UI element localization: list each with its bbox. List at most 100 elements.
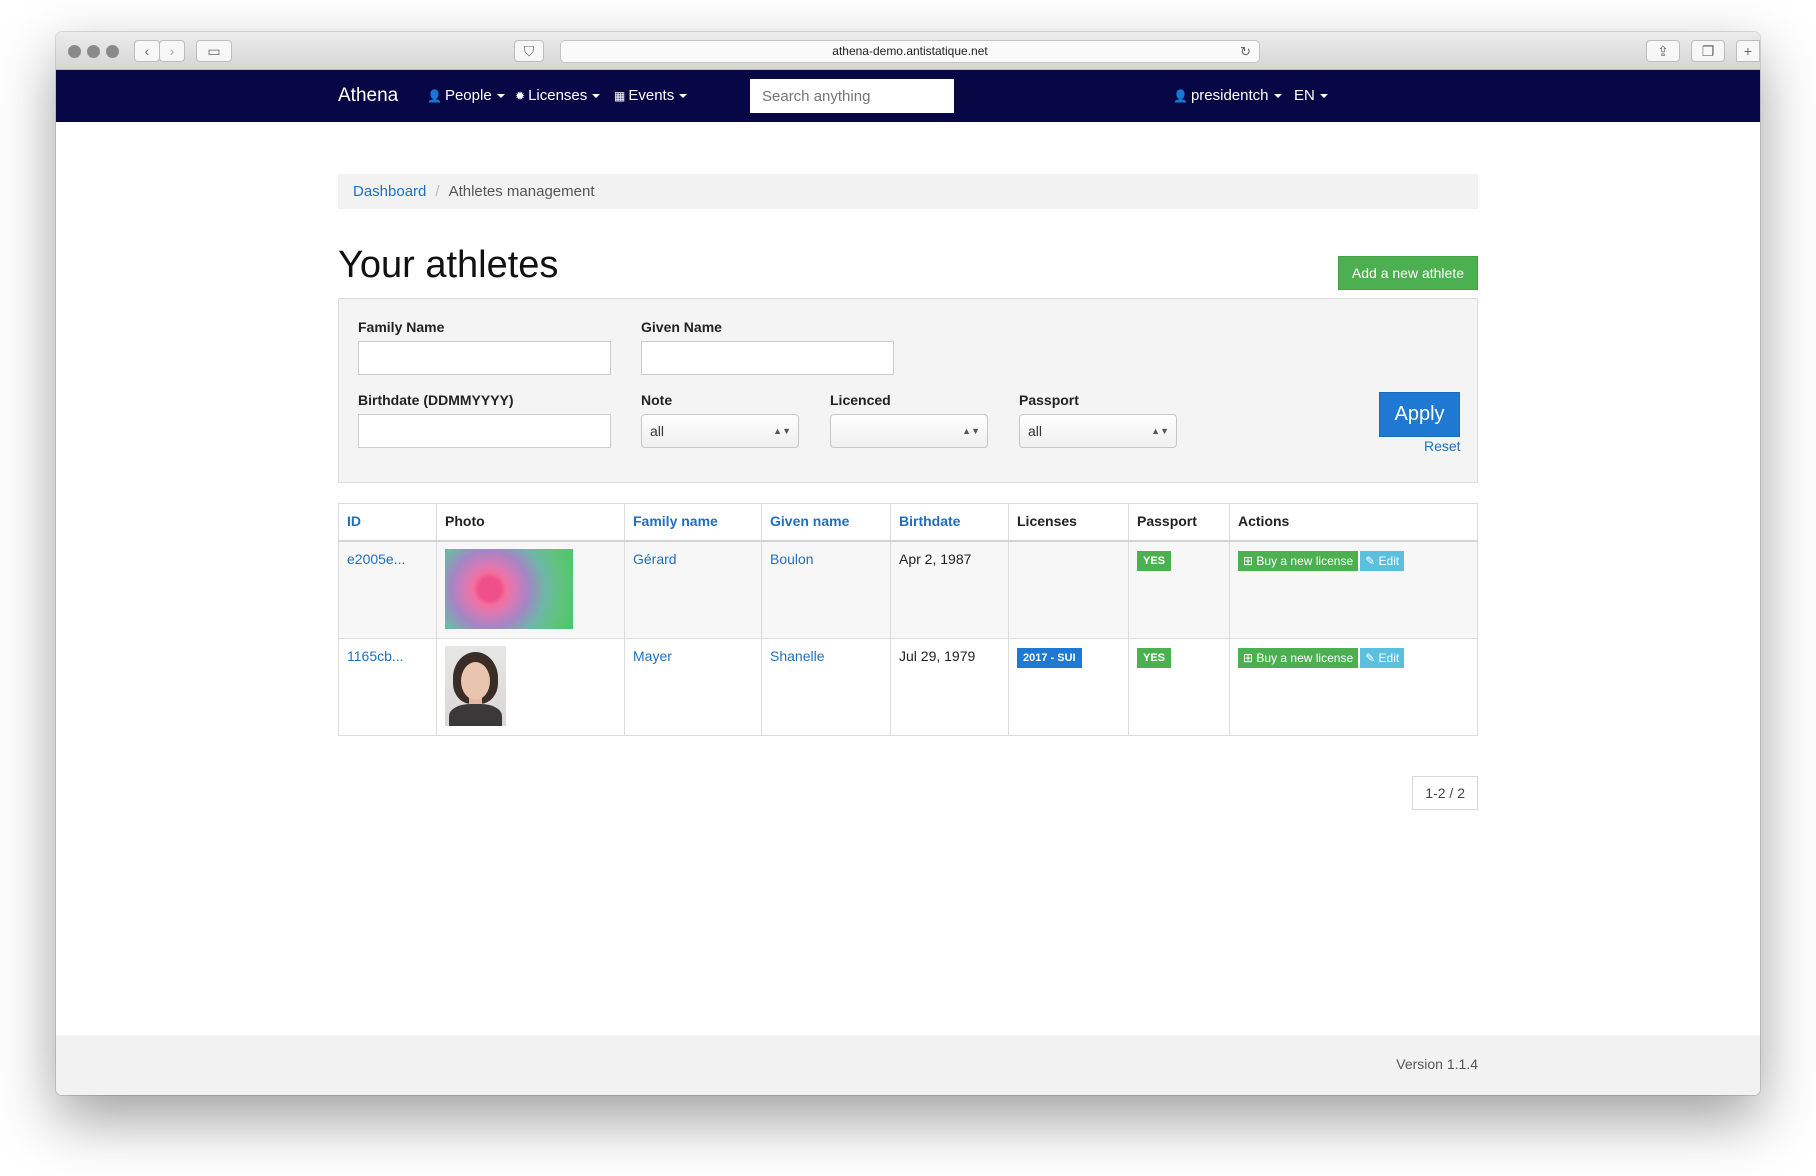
page-title: Your athletes [338,244,559,286]
licenced-label: Licenced [830,392,891,408]
chevron-down-icon [592,94,601,99]
given-name-label: Given Name [641,319,722,335]
search-input[interactable] [750,79,954,113]
share-icon[interactable]: ⇪ [1646,40,1680,62]
family-name-cell: Gérard [624,540,762,639]
apply-button[interactable]: Apply [1379,392,1460,437]
chevron-down-icon [496,94,505,99]
reload-icon[interactable]: ↻ [1240,41,1251,62]
column-header-given-name[interactable]: Given name [761,503,891,542]
brand-link[interactable]: Athena [338,70,398,122]
certificate-icon: ✹ [515,89,526,103]
birthdate-field[interactable] [358,414,611,448]
select-arrows-icon: ▲▼ [1151,426,1169,436]
nav-people-dropdown[interactable]: 👤 People [427,70,505,122]
chevron-down-icon [1273,94,1282,99]
given-name-link[interactable]: Boulon [770,551,814,567]
user-icon: 👤 [1173,89,1188,103]
column-header-birthdate[interactable]: Birthdate [890,503,1009,542]
licenses-cell: 2017 - SUI [1008,637,1129,736]
user-menu-dropdown[interactable]: 👤 presidentch [1173,70,1282,122]
given-name-field[interactable] [641,341,894,375]
page-footer: Version 1.1.4 [56,1035,1760,1095]
add-athlete-button[interactable]: Add a new athlete [1337,256,1478,290]
buy-license-button[interactable]: ⊞ Buy a new license [1238,550,1359,571]
sidebar-toggle-icon[interactable]: ▭ [196,40,232,62]
nav-licenses-label: Licenses [528,87,588,104]
column-header-photo: Photo [436,503,625,542]
athlete-id-link[interactable]: 1165cb... [347,648,404,664]
athlete-photo [445,548,573,629]
calendar-icon: ▦ [614,89,626,103]
app-navbar: Athena 👤People ✹Licenses ▦Events 👤presid… [56,70,1760,122]
tabs-overview-icon[interactable]: ❐ [1691,40,1725,62]
family-name-field[interactable] [358,341,611,375]
passport-select[interactable]: all ▲▼ [1019,414,1177,448]
breadcrumb-separator: / [435,183,440,200]
reset-link[interactable]: Reset [1424,438,1461,454]
pagination-info: 1-2 / 2 [1412,776,1478,810]
passport-badge: YES [1137,647,1172,668]
family-name-cell: Mayer [624,637,762,736]
column-header-family-name[interactable]: Family name [624,503,762,542]
passport-cell: YES [1128,637,1230,736]
new-tab-icon[interactable]: + [1736,40,1760,62]
note-select[interactable]: all ▲▼ [641,414,799,448]
photo-cell [436,540,625,639]
athlete-photo [445,645,506,726]
family-name-link[interactable]: Mayer [633,648,672,664]
address-bar[interactable]: athena-demo.antistatique.net ↻ [560,40,1260,63]
given-name-link[interactable]: Shanelle [770,648,825,664]
buy-license-label: Buy a new license [1256,650,1354,665]
pocket-icon[interactable]: ⛉ [514,40,544,62]
table-row: e2005e... Gérard Boulon Apr 2, 1987 YES … [338,540,1478,639]
back-icon[interactable]: ‹ [134,40,160,62]
actions-cell: ⊞ Buy a new license ✎ Edit [1229,637,1478,736]
passport-cell: YES [1128,540,1230,639]
select-arrows-icon: ▲▼ [773,426,791,436]
nav-people-label: People [444,87,492,104]
nav-licenses-dropdown[interactable]: ✹ Licenses [515,70,601,122]
filter-panel: Family Name Given Name Birthdate (DDMMYY… [338,298,1478,483]
edit-label: Edit [1378,650,1400,665]
licenced-select[interactable]: ▲▼ [830,414,988,448]
minimize-window-icon[interactable] [87,45,100,58]
zoom-window-icon[interactable] [106,45,119,58]
birthdate-label: Birthdate (DDMMYYYY) [358,392,514,408]
birthdate-cell: Jul 29, 1979 [890,637,1009,736]
close-window-icon[interactable] [68,45,81,58]
breadcrumb-dashboard-link[interactable]: Dashboard [353,183,426,200]
edit-button[interactable]: ✎ Edit [1360,550,1405,571]
note-select-value: all [650,423,665,439]
nav-events-label: Events [628,87,675,104]
edit-button[interactable]: ✎ Edit [1360,647,1405,668]
athletes-table: ID Photo Family name Given name Birthdat… [338,503,1478,736]
breadcrumb-current: Athletes management [448,183,595,200]
select-arrows-icon: ▲▼ [962,426,980,436]
buy-license-button[interactable]: ⊞ Buy a new license [1238,647,1359,668]
family-name-label: Family Name [358,319,445,335]
table-header-row: ID Photo Family name Given name Birthdat… [338,503,1478,542]
user-name: presidentch [1190,87,1269,104]
language-dropdown[interactable]: EN [1294,70,1328,122]
chevron-down-icon [1319,94,1328,99]
language-label: EN [1294,87,1315,104]
browser-window: ‹ › ▭ ⛉ athena-demo.antistatique.net ↻ ⇪… [56,32,1760,1095]
plus-square-icon: ⊞ [1243,553,1257,568]
browser-toolbar: ‹ › ▭ ⛉ athena-demo.antistatique.net ↻ ⇪… [56,32,1760,70]
family-name-link[interactable]: Gérard [633,551,677,567]
actions-cell: ⊞ Buy a new license ✎ Edit [1229,540,1478,639]
edit-icon: ✎ [1365,650,1379,665]
id-cell: e2005e... [338,540,437,639]
column-header-id[interactable]: ID [338,503,437,542]
given-name-cell: Shanelle [761,637,891,736]
license-badge[interactable]: 2017 - SUI [1017,647,1082,668]
plus-square-icon: ⊞ [1243,650,1257,665]
athlete-id-link[interactable]: e2005e... [347,551,405,567]
forward-icon[interactable]: › [159,40,185,62]
note-label: Note [641,392,673,408]
given-name-cell: Boulon [761,540,891,639]
column-header-actions: Actions [1229,503,1478,542]
nav-events-dropdown[interactable]: ▦ Events [614,70,688,122]
url-text: athena-demo.antistatique.net [832,44,988,58]
